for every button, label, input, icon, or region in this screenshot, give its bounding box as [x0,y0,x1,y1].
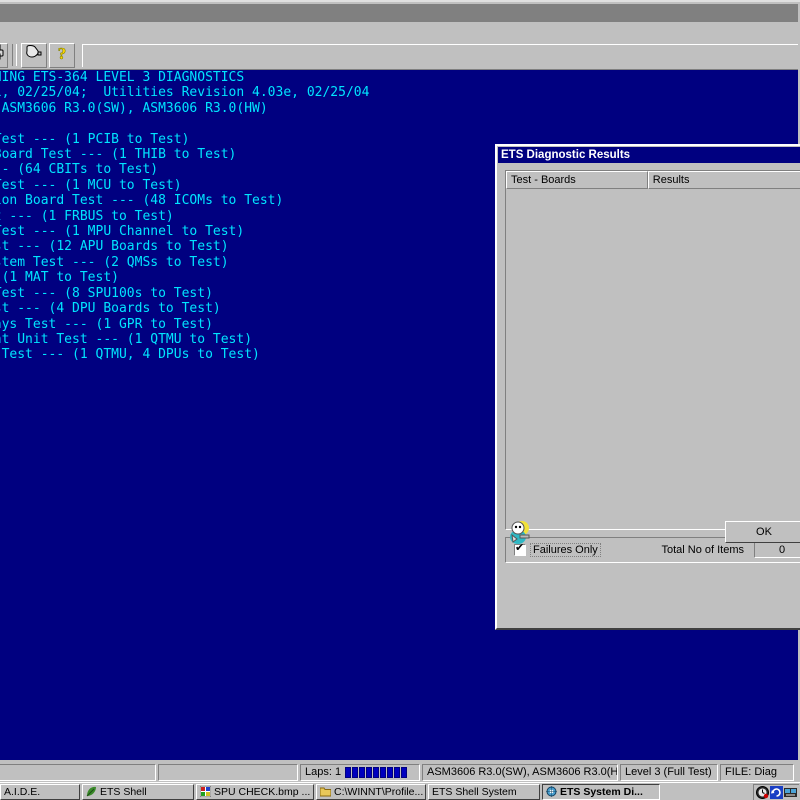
status-panel-laps: Laps: 1 [300,764,420,781]
pointer-device-button[interactable] [21,43,47,68]
svg-text:?: ? [58,44,67,62]
mouse-pointer-icon [24,44,44,66]
network-icon[interactable] [784,786,797,799]
taskbar-item[interactable]: ETS Shell [82,784,194,800]
taskbar-item[interactable]: SPU CHECK.bmp ... [196,784,314,800]
progress-block [352,767,358,778]
column-header-test-boards[interactable]: Test - Boards [506,171,648,189]
dialog-title: ETS Diagnostic Results [501,149,630,161]
dialog-footer: OK [505,515,800,555]
progress-block [401,767,407,778]
taskbar-item-label: ETS Shell [100,786,147,798]
help-button[interactable]: ? [49,43,75,68]
listview-body[interactable] [506,189,800,529]
progress-block [380,767,386,778]
toolbar: ? [0,41,798,70]
taskbar-item-label: C:\WINNT\Profile... [334,786,423,798]
laps-label: Laps: 1 [305,766,341,778]
paint-icon [200,786,211,797]
taskbar-item[interactable]: C:\WINNT\Profile... [316,784,426,800]
sync-icon[interactable] [770,786,783,799]
console-line [0,116,798,131]
technician-mascot-icon [507,519,533,545]
ets-diagnostic-results-dialog: ETS Diagnostic Results Test - Boards Res… [495,144,800,630]
print-button[interactable] [0,43,8,68]
taskbar: A.I.D.E. ETS Shell SPU CHECK.bmp ... C:\WIN… [0,782,800,800]
printer-icon [0,44,5,66]
progress-block [387,767,393,778]
taskbar-item[interactable]: A.I.D.E. [0,784,80,800]
toolbar-separator-2 [12,44,17,66]
ok-button[interactable]: OK [725,521,800,543]
taskbar-item-label: SPU CHECK.bmp ... [214,786,310,798]
gear-icon [546,786,557,797]
dialog-titlebar[interactable]: ETS Diagnostic Results [498,147,800,163]
system-tray [753,784,799,800]
folder-icon [320,786,331,797]
menu-item-help[interactable]: Help [0,24,3,40]
status-panel-blank-2 [158,764,298,781]
taskbar-item[interactable]: ETS System Di... [542,784,660,800]
status-panel-blank-1 [0,764,156,781]
progress-block [366,767,372,778]
toolbar-spacer-field [82,44,798,67]
progress-block [359,767,365,778]
clock-icon[interactable] [756,786,769,799]
console-line: RUNNING ETS-364 LEVEL 3 DIAGNOSTICS [0,70,798,85]
progress-block [394,767,400,778]
taskbar-item-label: ETS Shell System [432,786,517,798]
dialog-body: Test - Boards Results Failures Only Tota… [497,164,800,563]
window-titlebar[interactable]: agnostics [0,4,798,22]
desktop-screen: agnostics tion View Help [0,0,800,800]
listview-header: Test - Boards Results [506,171,800,189]
progress-indicator [345,767,407,778]
console-line: USING ASM3606 R3.0(SW), ASM3606 R3.0(HW) [0,101,798,116]
progress-block [345,767,351,778]
status-bar: Laps: 1 ASM3606 R3.0(SW), ASM3606 R3.0(H… [0,762,798,782]
help-question-icon: ? [53,44,71,67]
progress-block [373,767,379,778]
status-panel-file: FILE: Diag [720,764,794,781]
column-header-results[interactable]: Results [648,171,800,189]
taskbar-item-label: A.I.D.E. [4,786,40,798]
taskbar-item-label: ETS System Di... [560,786,643,798]
menu-bar: tion View Help [0,22,798,41]
leaf-icon [86,786,97,797]
taskbar-item[interactable]: ETS Shell System [428,784,540,800]
status-panel-level: Level 3 (Full Test) [620,764,718,781]
status-panel-version: ASM3606 R3.0(SW), ASM3606 R3.0(HW) [422,764,618,781]
results-listview[interactable]: Test - Boards Results [505,170,800,530]
console-line: vision 4.03e-1, 02/25/04; Utilities Revi… [0,85,798,100]
